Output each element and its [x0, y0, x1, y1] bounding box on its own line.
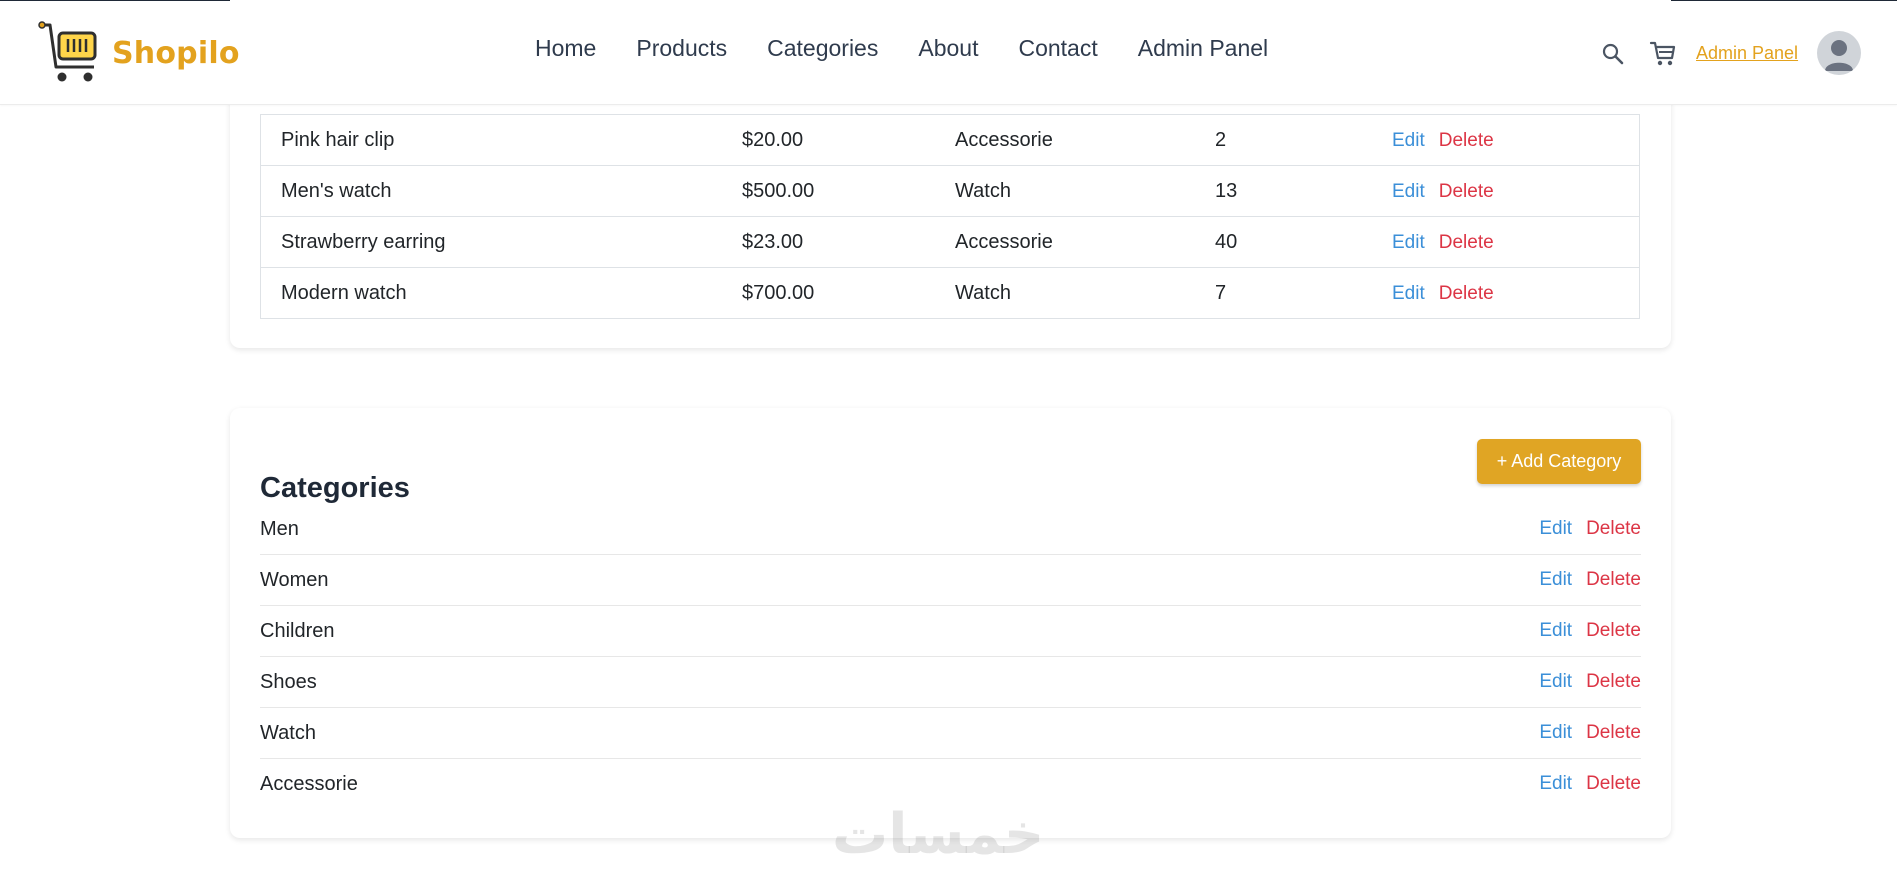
table-row: Pink hair clip $20.00 Accessorie 2 Edit D… [260, 114, 1640, 166]
brand-name: Shopilo [112, 35, 240, 71]
nav-contact[interactable]: Contact [1018, 35, 1097, 62]
product-actions: Edit Delete [1372, 267, 1640, 319]
product-stock: 2 [1195, 114, 1372, 166]
category-name: Watch [260, 721, 316, 744]
nav-admin-panel[interactable]: Admin Panel [1138, 35, 1268, 62]
product-name: Pink hair clip [260, 114, 722, 166]
product-name: Modern watch [260, 267, 722, 319]
table-row: Men's watch $500.00 Watch 13 Edit Delete [260, 165, 1640, 217]
category-name: Shoes [260, 670, 317, 693]
category-name: Children [260, 619, 335, 642]
table-row: Strawberry earring $23.00 Accessorie 40 … [260, 216, 1640, 268]
nav-categories[interactable]: Categories [767, 35, 878, 62]
search-icon[interactable] [1601, 42, 1625, 66]
shopping-cart-logo-icon [38, 21, 97, 82]
category-actions: Edit Delete [1539, 518, 1641, 540]
brand-logo[interactable]: Shopilo [38, 21, 240, 85]
product-name: Men's watch [260, 165, 722, 217]
product-price: $700.00 [722, 267, 935, 319]
product-category: Accessorie [935, 216, 1195, 268]
product-category: Watch [935, 267, 1195, 319]
delete-product-button[interactable]: Delete [1439, 130, 1494, 151]
product-actions: Edit Delete [1372, 216, 1640, 268]
delete-product-button[interactable]: Delete [1439, 181, 1494, 202]
site-header: Shopilo Home Products Categories About C… [0, 1, 1897, 105]
delete-category-button[interactable]: Delete [1586, 722, 1641, 744]
user-avatar-icon [1825, 40, 1853, 71]
nav-products[interactable]: Products [636, 35, 727, 62]
avatar[interactable] [1817, 31, 1861, 75]
category-name: Women [260, 568, 329, 591]
product-price: $23.00 [722, 216, 935, 268]
category-name: Men [260, 517, 299, 540]
edit-product-button[interactable]: Edit [1392, 130, 1425, 151]
edit-product-button[interactable]: Edit [1392, 232, 1425, 253]
categories-card: Categories + Add Category Men Edit Delete… [230, 408, 1671, 838]
categories-title: Categories [260, 472, 410, 505]
category-actions: Edit Delete [1539, 722, 1641, 744]
delete-category-button[interactable]: Delete [1586, 569, 1641, 591]
nav-about[interactable]: About [918, 35, 978, 62]
edit-product-button[interactable]: Edit [1392, 283, 1425, 304]
delete-category-button[interactable]: Delete [1586, 671, 1641, 693]
edit-product-button[interactable]: Edit [1392, 181, 1425, 202]
edit-category-button[interactable]: Edit [1539, 773, 1572, 795]
product-stock: 13 [1195, 165, 1372, 217]
main-nav: Home Products Categories About Contact A… [535, 35, 1308, 62]
product-price: $500.00 [722, 165, 935, 217]
product-price: $20.00 [722, 114, 935, 166]
category-name: Accessorie [260, 772, 358, 795]
product-category: Watch [935, 165, 1195, 217]
list-item: Women Edit Delete [260, 555, 1641, 606]
delete-category-button[interactable]: Delete [1586, 620, 1641, 642]
table-row: Modern watch $700.00 Watch 7 Edit Delete [260, 267, 1640, 319]
nav-home[interactable]: Home [535, 35, 596, 62]
category-actions: Edit Delete [1539, 569, 1641, 591]
delete-category-button[interactable]: Delete [1586, 773, 1641, 795]
edit-category-button[interactable]: Edit [1539, 620, 1572, 642]
header-actions: Admin Panel [1557, 1, 1897, 105]
delete-product-button[interactable]: Delete [1439, 283, 1494, 304]
list-item: Watch Edit Delete [260, 708, 1641, 759]
product-actions: Edit Delete [1372, 165, 1640, 217]
product-name: Strawberry earring [260, 216, 722, 268]
product-actions: Edit Delete [1372, 114, 1640, 166]
list-item: Men Edit Delete [260, 504, 1641, 555]
product-stock: 7 [1195, 267, 1372, 319]
delete-product-button[interactable]: Delete [1439, 232, 1494, 253]
product-stock: 40 [1195, 216, 1372, 268]
edit-category-button[interactable]: Edit [1539, 518, 1572, 540]
delete-category-button[interactable]: Delete [1586, 518, 1641, 540]
add-category-button[interactable]: + Add Category [1477, 439, 1641, 484]
product-category: Accessorie [935, 114, 1195, 166]
categories-list: Men Edit Delete Women Edit Delete Children… [260, 504, 1641, 809]
edit-category-button[interactable]: Edit [1539, 722, 1572, 744]
list-item: Shoes Edit Delete [260, 657, 1641, 708]
category-actions: Edit Delete [1539, 620, 1641, 642]
list-item: Children Edit Delete [260, 606, 1641, 657]
category-actions: Edit Delete [1539, 671, 1641, 693]
watermark: خمسات [832, 802, 1045, 867]
cart-icon[interactable] [1649, 39, 1677, 67]
admin-panel-link[interactable]: Admin Panel [1696, 43, 1798, 64]
products-table: Pink hair clip $20.00 Accessorie 2 Edit D… [260, 114, 1640, 319]
edit-category-button[interactable]: Edit [1539, 569, 1572, 591]
edit-category-button[interactable]: Edit [1539, 671, 1572, 693]
category-actions: Edit Delete [1539, 773, 1641, 795]
